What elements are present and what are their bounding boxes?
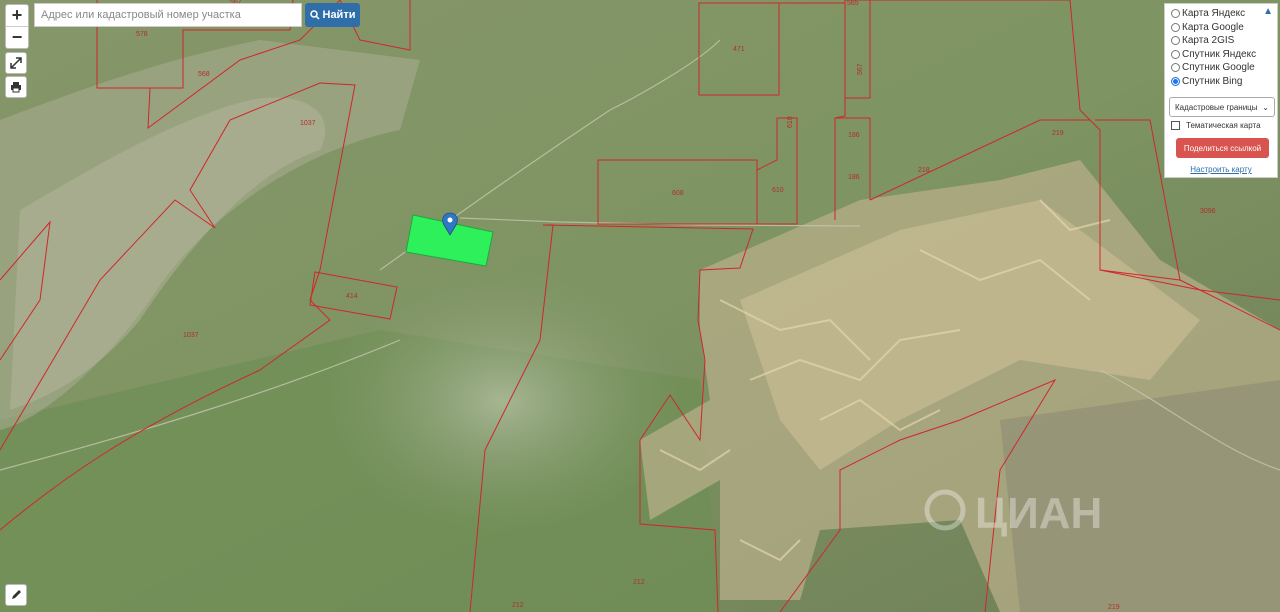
collapse-panel-icon[interactable]: ▲: [1263, 6, 1273, 17]
parcel-label: 610: [787, 116, 794, 128]
cadastral-layer-select[interactable]: Кадастровые границы ⌄: [1169, 97, 1275, 117]
zoom-out-button[interactable]: −: [6, 27, 28, 48]
search-button[interactable]: Найти: [305, 3, 360, 27]
layer-option-yandex-satellite[interactable]: Спутник Яндекс: [1171, 48, 1256, 60]
parcel-label: 471: [733, 46, 745, 53]
zoom-control: + −: [5, 4, 29, 49]
layers-panel: ▲ Карта Яндекс Карта Google Карта 2GIS С…: [1164, 3, 1278, 178]
parcel-label: 212: [633, 579, 645, 586]
thematic-map-checkbox[interactable]: Тематическая карта: [1171, 121, 1261, 130]
zoom-in-button[interactable]: +: [6, 5, 28, 27]
parcel-label: 578: [136, 31, 148, 38]
parcel-label: 414: [346, 293, 358, 300]
parcel-label: 565: [847, 0, 859, 7]
expand-icon: [10, 57, 22, 69]
parcel-label: 186: [848, 132, 860, 139]
parcel-label: 1037: [300, 120, 316, 127]
parcel-label: 219: [1108, 604, 1120, 611]
configure-map-link[interactable]: Настроить карту: [1165, 165, 1277, 174]
parcel-label: 219: [1052, 130, 1064, 137]
parcel-label: 608: [672, 190, 684, 197]
parcel-label: 186: [848, 174, 860, 181]
pencil-icon: [12, 590, 21, 599]
layer-option-google-satellite[interactable]: Спутник Google: [1171, 61, 1255, 73]
draw-button[interactable]: [5, 584, 27, 606]
parcel-label: 218: [918, 167, 930, 174]
svg-text:ЦИАН: ЦИАН: [975, 489, 1102, 538]
parcel-label: 567: [857, 63, 864, 75]
parcel-label: 568: [198, 71, 210, 78]
layer-option-bing-satellite[interactable]: Спутник Bing: [1171, 75, 1243, 87]
search-button-label: Найти: [322, 9, 356, 21]
parcel-label: 1037: [183, 332, 199, 339]
layer-option-2gis-map[interactable]: Карта 2GIS: [1171, 34, 1234, 46]
fullscreen-button[interactable]: [5, 52, 27, 74]
chevron-down-icon: ⌄: [1262, 102, 1269, 112]
parcel-label: 3096: [1200, 208, 1216, 215]
parcel-label: 610: [772, 187, 784, 194]
search-icon: [309, 10, 320, 20]
print-button[interactable]: [5, 76, 27, 98]
layer-option-yandex-map[interactable]: Карта Яндекс: [1171, 7, 1245, 19]
satellite-map[interactable]: 567 578 568 1037 565 471 567 186 186 610…: [0, 0, 1280, 612]
share-link-button[interactable]: Поделиться ссылкой: [1176, 138, 1269, 158]
print-icon: [11, 82, 21, 93]
search-input[interactable]: [34, 3, 302, 27]
parcel-label: 212: [512, 602, 524, 609]
layer-option-google-map[interactable]: Карта Google: [1171, 21, 1244, 33]
